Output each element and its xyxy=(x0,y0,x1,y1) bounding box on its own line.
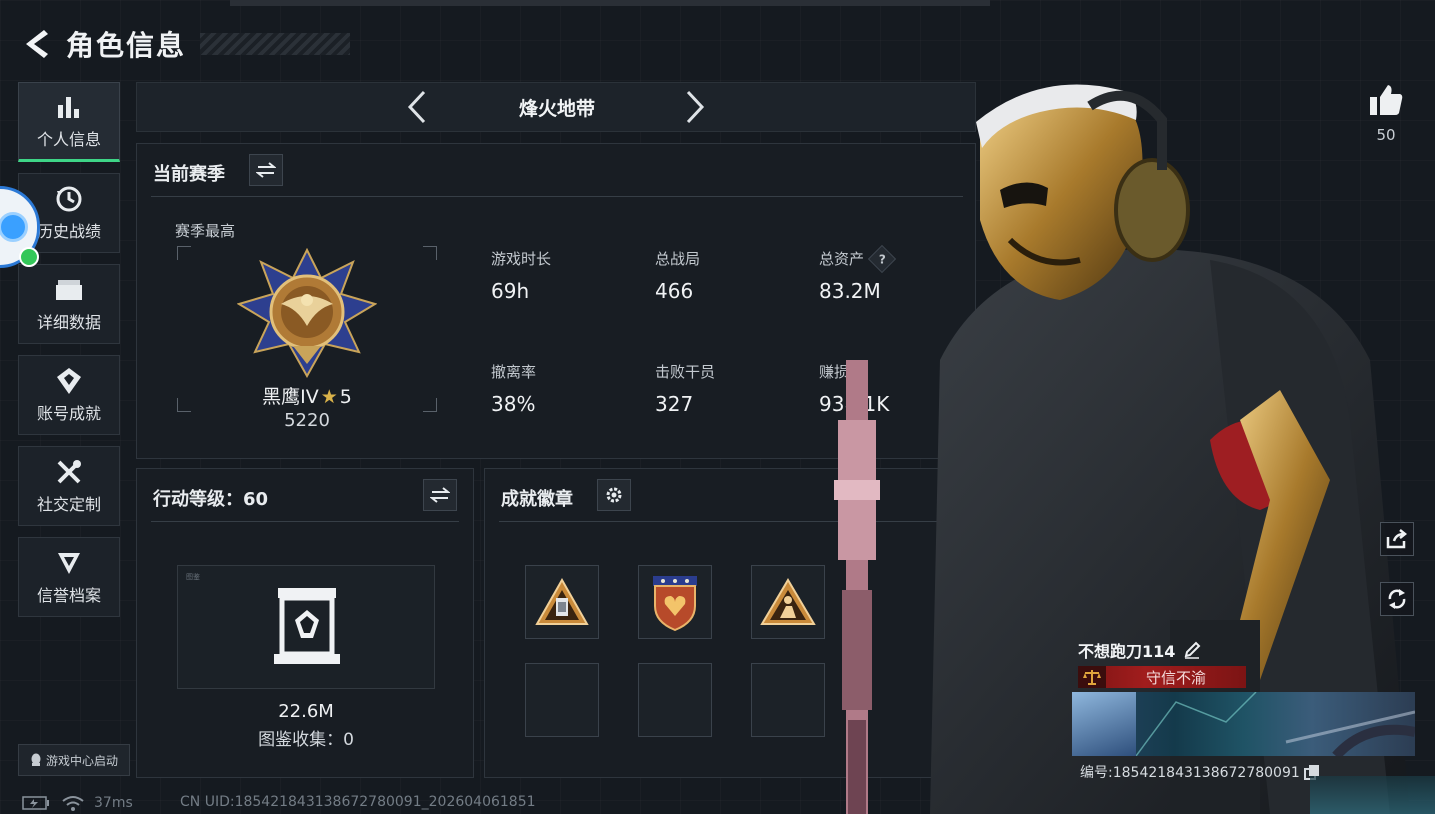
title-tag[interactable]: 守信不渝 xyxy=(1078,666,1246,688)
title-decoration xyxy=(200,33,351,55)
player-id: 编号:1854218431386727800​91 xyxy=(1080,765,1300,781)
edit-pencil-icon[interactable] xyxy=(1183,641,1201,659)
sidebar-item-personal-info[interactable]: 个人信息 xyxy=(18,82,120,162)
collection-case-icon xyxy=(274,588,340,664)
uid-text: CN UID:1854218431386727800​91_2026040618… xyxy=(180,794,536,810)
season-title: 当前赛季 xyxy=(153,164,225,185)
wifi-badge-icon xyxy=(19,247,39,267)
hourglass-badge-icon xyxy=(535,578,589,625)
share-icon xyxy=(1386,529,1408,549)
action-level-title: 行动等级：60 xyxy=(153,489,269,510)
collection-count: 图鉴收集：0 xyxy=(258,730,354,750)
rank-stars: 5 xyxy=(339,386,352,408)
weapon-model xyxy=(834,360,880,814)
sidebar-item-social[interactable]: 社交定制 xyxy=(18,446,120,526)
stat-extract-rate: 撤离率 38% xyxy=(491,361,641,416)
sidebar-item-credit[interactable]: 信誉档案 xyxy=(18,537,120,617)
like-button[interactable] xyxy=(1364,80,1408,120)
stat-value: 69h xyxy=(491,279,530,303)
wifi-icon xyxy=(62,796,84,811)
shield-icon xyxy=(54,548,84,578)
sidebar-item-achievements[interactable]: 账号成就 xyxy=(18,355,120,435)
sidebar-item-label: 详细数据 xyxy=(36,313,101,332)
avatar[interactable] xyxy=(1072,692,1136,756)
header: 角色信息 xyxy=(20,24,351,64)
collection-box[interactable]: 图鉴 xyxy=(177,565,435,689)
star-icon: ★ xyxy=(320,386,338,408)
stat-value: 466 xyxy=(655,279,694,303)
decorative-corner xyxy=(1310,776,1435,814)
chevron-right-icon xyxy=(686,90,705,124)
season-subtitle: 赛季最高 xyxy=(175,222,236,240)
rank-emblem-icon xyxy=(237,248,377,378)
heart-crest-badge-icon xyxy=(653,576,697,632)
title-tag-text: 守信不渝 xyxy=(1145,668,1206,687)
share-button[interactable] xyxy=(1380,522,1414,556)
rank-score: 5220 xyxy=(284,410,330,431)
level-switch-button[interactable] xyxy=(423,479,457,511)
player-name-row: 不想跑刀114 xyxy=(1078,638,1201,662)
sidebar-item-label: 社交定制 xyxy=(36,495,101,514)
profile-card: 不想跑刀114 守信不渝 编号:1854218431386727800​91 xyxy=(1072,632,1417,782)
badge-slot-1[interactable] xyxy=(525,565,599,639)
stat-total-matches: 总战局 466 xyxy=(655,248,805,303)
like-count: 50 xyxy=(1376,126,1396,144)
collection-value: 22.6M xyxy=(278,701,334,722)
assistant-icon xyxy=(0,212,28,242)
badges-title: 成就徽章 xyxy=(501,489,573,510)
rank-name: 黑鹰IV ★ 5 xyxy=(247,382,367,409)
swap-icon xyxy=(430,487,450,503)
bar-chart-icon xyxy=(54,92,84,122)
game-center-label: 游戏中心启动 xyxy=(45,753,118,768)
qq-icon xyxy=(31,753,41,766)
back-button[interactable] xyxy=(20,26,54,62)
badge-slot-5[interactable] xyxy=(638,663,712,737)
sidebar-item-details[interactable]: 详细数据 xyxy=(18,264,120,344)
status-bar: 37ms xyxy=(22,794,133,812)
refresh-button[interactable] xyxy=(1380,582,1414,616)
swap-icon xyxy=(256,162,276,178)
stat-operators-defeated: 击败干员 327 xyxy=(655,361,805,416)
sidebar-item-label: 信誉档案 xyxy=(36,586,101,605)
achievement-icon xyxy=(54,366,84,396)
stat-label: 游戏时长 xyxy=(491,250,552,268)
sidebar-item-label: 账号成就 xyxy=(36,404,101,423)
sidebar-item-label: 历史战绩 xyxy=(36,222,101,241)
divider xyxy=(151,521,459,522)
tools-icon xyxy=(54,457,84,487)
history-clock-icon xyxy=(54,184,84,214)
sidebar: 个人信息 历史战绩 详细数据 账号成就 社交定制 信誉档案 xyxy=(18,82,122,628)
game-center-button[interactable]: 游戏中心启动 xyxy=(18,744,130,776)
ping: 37ms xyxy=(94,795,133,811)
stat-play-time: 游戏时长 69h xyxy=(491,248,641,303)
scales-icon xyxy=(1078,666,1106,688)
season-switch-button[interactable] xyxy=(249,154,283,186)
player-id-row: 编号:1854218431386727800​91 xyxy=(1080,762,1320,782)
stat-value: 327 xyxy=(655,392,694,416)
rank-title: 黑鹰IV xyxy=(262,386,319,408)
collection-caption: 图鉴 xyxy=(186,573,200,581)
top-strip xyxy=(230,0,990,6)
battery-icon xyxy=(22,796,49,810)
stat-label: 撤离率 xyxy=(491,363,537,381)
player-name: 不想跑刀114 xyxy=(1078,642,1176,661)
back-arrow-icon xyxy=(26,30,48,58)
folder-icon xyxy=(54,275,84,305)
badge-slot-2[interactable] xyxy=(638,565,712,639)
profile-banner[interactable] xyxy=(1072,692,1415,756)
stat-value: 38% xyxy=(491,392,536,416)
refresh-icon xyxy=(1388,589,1406,609)
action-level-panel: 行动等级：60 图鉴 22.6M 图鉴收集：0 xyxy=(136,468,474,778)
page-title: 角色信息 xyxy=(66,29,187,62)
badges-settings-button[interactable] xyxy=(597,479,631,511)
thumbs-up-icon xyxy=(1370,85,1403,115)
stat-label: 总战局 xyxy=(655,250,701,268)
gear-icon xyxy=(606,487,622,503)
badge-slot-4[interactable] xyxy=(525,663,599,737)
stat-label: 击败干员 xyxy=(655,363,716,381)
mode-next-button[interactable] xyxy=(677,89,713,125)
banner-art xyxy=(1136,692,1415,756)
sidebar-item-label: 个人信息 xyxy=(36,130,101,149)
